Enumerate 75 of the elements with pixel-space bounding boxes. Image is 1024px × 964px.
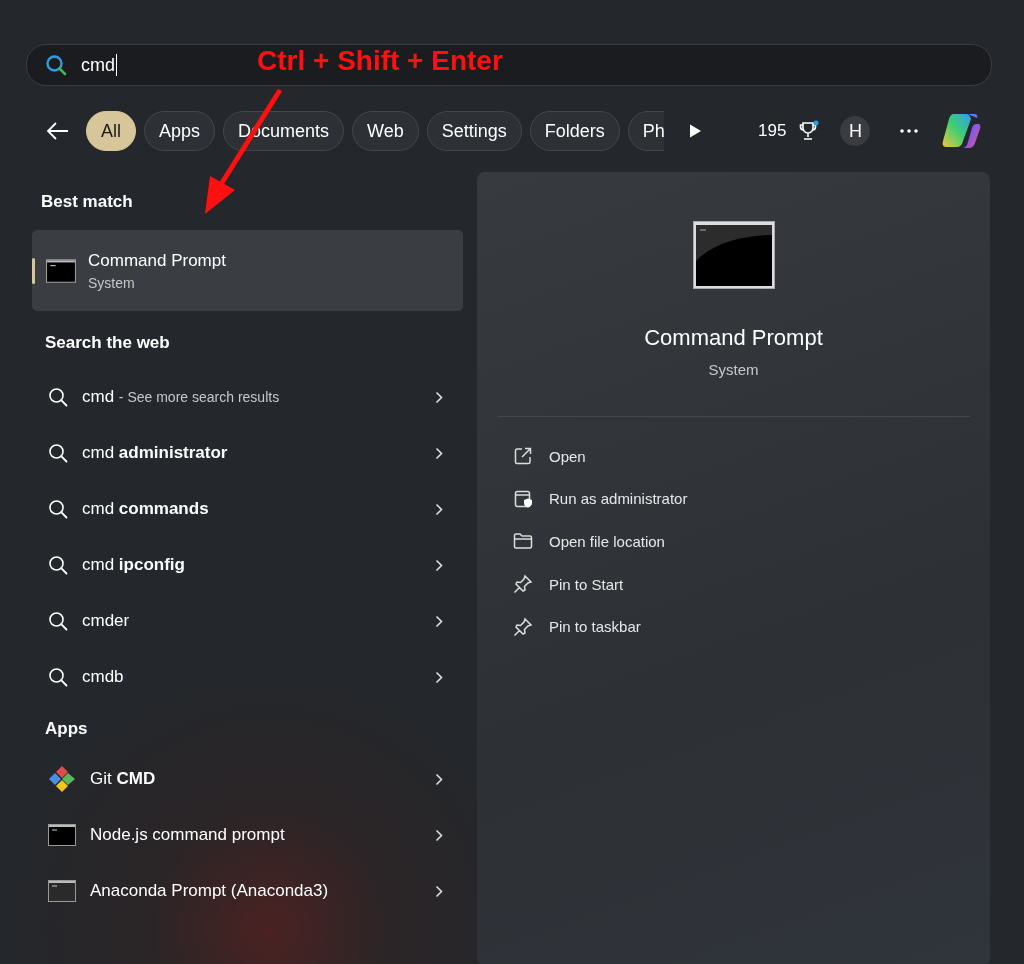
result-text: cmd ipconfig bbox=[82, 555, 186, 575]
filter-chip[interactable]: Ph bbox=[627, 111, 664, 151]
result-text: cmdb bbox=[82, 667, 125, 687]
result-text: cmd administrator bbox=[82, 443, 229, 463]
annotation-text: Ctrl + Shift + Enter bbox=[257, 45, 503, 77]
chevron-icon bbox=[435, 390, 443, 404]
filter-chip[interactable]: Apps bbox=[144, 111, 216, 151]
console-icon bbox=[46, 258, 76, 283]
filter-chip[interactable]: Web bbox=[352, 111, 419, 151]
result-text: cmd - See more search results bbox=[82, 387, 281, 407]
app-result[interactable]: Node.js command prompt bbox=[32, 807, 463, 863]
web-result[interactable]: cmdb bbox=[32, 649, 463, 705]
app-logo-icon[interactable] bbox=[942, 112, 983, 150]
result-hint: - See more search results bbox=[118, 389, 280, 405]
pin-icon bbox=[513, 616, 533, 637]
result-text: cmd commands bbox=[82, 499, 210, 519]
web-result[interactable]: cmder bbox=[32, 593, 463, 649]
result-text: cmder bbox=[82, 611, 131, 631]
best-match-item[interactable]: Command Prompt System bbox=[32, 230, 463, 311]
open-external-icon bbox=[513, 446, 533, 467]
search-icon bbox=[45, 54, 67, 76]
filter-chip[interactable]: Folders bbox=[529, 111, 620, 151]
back-arrow-icon[interactable] bbox=[46, 121, 70, 141]
chevron-icon bbox=[435, 884, 443, 898]
section-heading: Best match bbox=[40, 192, 134, 212]
action-item[interactable]: Pin to taskbar bbox=[513, 605, 813, 648]
action-item[interactable]: Pin to Start bbox=[513, 562, 813, 606]
item-title: Command Prompt bbox=[88, 250, 226, 271]
search-icon bbox=[48, 499, 68, 519]
chevron-icon bbox=[435, 670, 443, 684]
console-icon bbox=[48, 880, 76, 902]
points-count: 195 bbox=[758, 121, 787, 141]
more-icon[interactable] bbox=[900, 129, 919, 133]
section-heading: Apps bbox=[44, 719, 89, 739]
search-icon bbox=[48, 387, 68, 407]
console-window-icon bbox=[692, 221, 775, 289]
search-query: cmd bbox=[81, 54, 115, 76]
window-shield-icon bbox=[513, 488, 533, 509]
chevron-icon bbox=[435, 828, 443, 842]
action-item[interactable]: Open file location bbox=[513, 520, 813, 563]
chevron-icon bbox=[435, 446, 443, 460]
profile-avatar[interactable]: H bbox=[840, 116, 871, 146]
detail-subtitle: System bbox=[708, 361, 759, 378]
play-icon[interactable] bbox=[688, 123, 702, 139]
web-result[interactable]: cmd commands bbox=[32, 481, 463, 537]
chevron-icon bbox=[435, 558, 443, 572]
folder-icon bbox=[513, 532, 533, 551]
chevron-icon bbox=[435, 614, 443, 628]
detail-title: Command Prompt bbox=[644, 325, 823, 351]
section-heading: Search the web bbox=[44, 333, 171, 353]
web-result[interactable]: cmd administrator bbox=[32, 425, 463, 481]
search-icon bbox=[48, 555, 68, 575]
app-result[interactable]: Git CMD bbox=[32, 751, 463, 807]
selection-indicator bbox=[32, 258, 35, 284]
trophy-icon[interactable] bbox=[798, 120, 821, 142]
diamond-logo-icon bbox=[48, 765, 76, 793]
app-result[interactable]: Anaconda Prompt (Anaconda3) bbox=[32, 863, 463, 919]
chevron-icon bbox=[435, 502, 443, 516]
filter-chip[interactable]: Settings bbox=[426, 111, 522, 151]
item-subtitle: System bbox=[88, 274, 136, 291]
search-icon bbox=[48, 443, 68, 463]
result-text: Anaconda Prompt (Anaconda3) bbox=[90, 881, 330, 901]
action-item[interactable]: Open bbox=[513, 435, 813, 478]
pin-icon bbox=[513, 574, 533, 595]
search-icon bbox=[48, 667, 68, 687]
text-cursor bbox=[116, 54, 117, 76]
filter-chip[interactable]: All bbox=[86, 111, 136, 151]
console-icon bbox=[48, 824, 76, 846]
web-result[interactable]: cmd - See more search results bbox=[32, 369, 463, 425]
search-icon bbox=[48, 611, 68, 631]
web-result[interactable]: cmd ipconfig bbox=[32, 537, 463, 593]
action-item[interactable]: Run as administrator bbox=[513, 477, 813, 521]
result-text: Node.js command prompt bbox=[90, 825, 286, 845]
chevron-icon bbox=[435, 772, 443, 786]
result-text: Git CMD bbox=[90, 769, 157, 789]
